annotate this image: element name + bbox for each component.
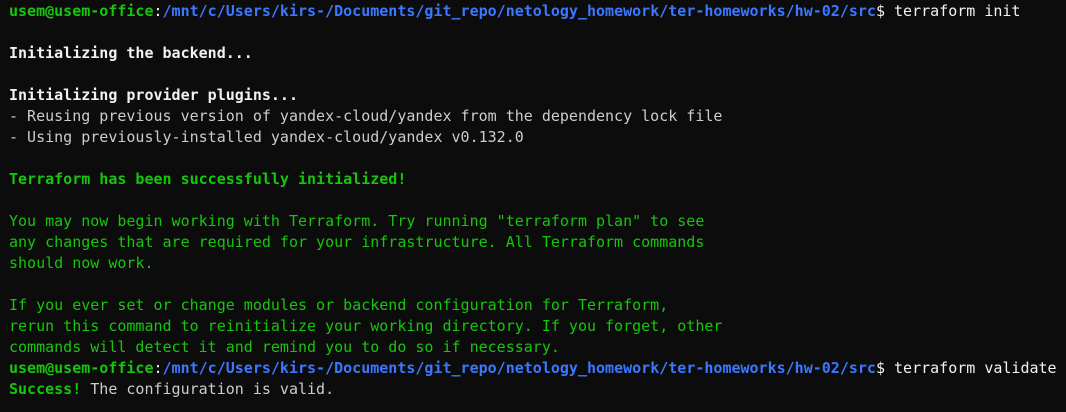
output-para2-line: commands will detect it and remind you t… — [9, 338, 560, 356]
validate-success: Success! — [9, 380, 82, 398]
output-reuse: - Reusing previous version of yandex-clo… — [9, 107, 723, 125]
output-plugins: Initializing provider plugins... — [9, 86, 298, 104]
prompt-line: usem@usem-office:/mnt/c/Users/kirs-/Docu… — [9, 2, 1021, 20]
output-para1-line: You may now begin working with Terraform… — [9, 212, 705, 230]
output-para2-line: rerun this command to reinitialize your … — [9, 317, 723, 335]
prompt-user-host: usem@usem-office — [9, 359, 154, 377]
command-text: terraform init — [885, 2, 1021, 20]
validate-message: The configuration is valid. — [81, 380, 335, 398]
prompt-path: /mnt/c/Users/kirs-/Documents/git_repo/ne… — [162, 359, 876, 377]
prompt-symbol: $ — [875, 359, 885, 377]
prompt-line: usem@usem-office:/mnt/c/Users/kirs-/Docu… — [9, 359, 1057, 377]
terminal-window[interactable]: usem@usem-office:/mnt/c/Users/kirs-/Docu… — [0, 0, 1066, 412]
output-para1-line: should now work. — [9, 254, 154, 272]
output-para2-line: If you ever set or change modules or bac… — [9, 296, 669, 314]
output-para1-line: any changes that are required for your i… — [9, 233, 705, 251]
prompt-user-host: usem@usem-office — [9, 2, 154, 20]
output-success-init: Terraform has been successfully initiali… — [9, 170, 407, 188]
output-using: - Using previously-installed yandex-clou… — [9, 128, 524, 146]
prompt-symbol: $ — [875, 2, 885, 20]
prompt-path: /mnt/c/Users/kirs-/Documents/git_repo/ne… — [162, 2, 876, 20]
output-backend: Initializing the backend... — [9, 44, 253, 62]
command-text: terraform validate — [885, 359, 1057, 377]
output-validate: Success! The configuration is valid. — [9, 379, 1066, 400]
